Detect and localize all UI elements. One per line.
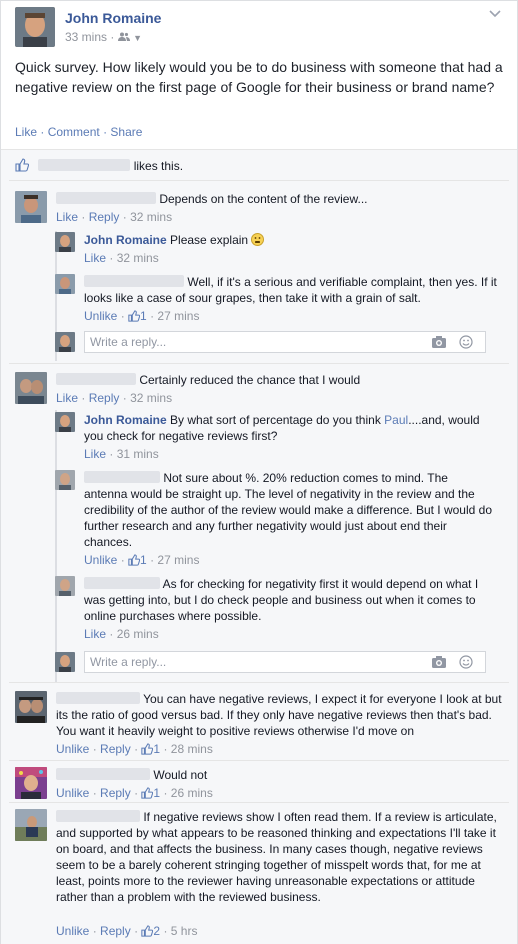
reply-avatar[interactable] — [55, 470, 75, 490]
reply-button[interactable]: Reply — [100, 924, 131, 938]
reply-input-box — [84, 331, 486, 353]
comments-section: likes this. Depends on the content of th… — [1, 149, 517, 944]
my-avatar — [55, 332, 75, 352]
like-button[interactable]: Like — [84, 447, 106, 461]
reply-time[interactable]: 27 mins — [157, 309, 199, 323]
reply-time[interactable]: 31 mins — [117, 447, 159, 461]
thumbs-up-icon — [15, 158, 30, 172]
commenter-avatar[interactable] — [15, 372, 47, 404]
commenter-avatar[interactable] — [15, 691, 47, 723]
unlike-button[interactable]: Unlike — [84, 309, 117, 323]
smile-emoji-icon — [251, 233, 265, 247]
audience-chevron-icon[interactable]: ▼ — [133, 33, 142, 43]
divider — [9, 802, 509, 803]
comment-text: Depends on the content of the review... — [159, 192, 368, 206]
liker-name[interactable] — [38, 159, 131, 171]
reply-author[interactable]: John Romaine — [84, 233, 167, 247]
reply-text: By what sort of percentage do you think — [170, 413, 385, 427]
camera-icon[interactable] — [431, 655, 447, 669]
commenter-avatar[interactable] — [15, 767, 47, 799]
comment-button[interactable]: Comment — [48, 125, 100, 139]
author-avatar[interactable] — [15, 7, 55, 47]
reply-button[interactable]: Reply — [100, 742, 131, 756]
like-button[interactable]: Like — [56, 391, 78, 405]
commenter-avatar[interactable] — [15, 191, 47, 223]
comment-time[interactable]: 32 mins — [130, 391, 172, 405]
share-button[interactable]: Share — [110, 125, 142, 139]
post-card: John Romaine 33 mins · ▼ Quick survey. H… — [0, 0, 518, 944]
friends-icon[interactable] — [117, 30, 130, 44]
comment-text: Would not — [153, 768, 208, 782]
reply-input[interactable] — [85, 332, 385, 352]
reply-text: Please explain — [170, 233, 249, 247]
reply-like-count[interactable]: 1 — [128, 553, 150, 567]
comment-text: Certainly reduced the chance that I woul… — [139, 373, 361, 387]
like-button[interactable]: Like — [84, 627, 106, 641]
thumbs-up-icon — [128, 554, 141, 566]
reply-avatar[interactable] — [55, 412, 75, 432]
reply-author[interactable] — [84, 577, 160, 589]
reply-input[interactable] — [85, 652, 385, 672]
comment-like-count[interactable]: 2 — [141, 924, 163, 938]
emoji-icon[interactable] — [459, 335, 475, 349]
divider — [9, 682, 509, 683]
reply-button[interactable]: Reply — [89, 391, 120, 405]
comment-like-count[interactable]: 1 — [141, 786, 163, 800]
reply-time[interactable]: 26 mins — [117, 627, 159, 641]
commenter-avatar[interactable] — [15, 809, 47, 841]
likes-text: likes this. — [133, 159, 184, 173]
comment-like-count[interactable]: 1 — [141, 742, 163, 756]
post-actions: Like · Comment · Share — [15, 125, 143, 139]
chevron-down-icon[interactable] — [489, 7, 501, 21]
unlike-button[interactable]: Unlike — [56, 786, 89, 800]
reply-avatar[interactable] — [55, 232, 75, 252]
reply-author[interactable] — [84, 275, 184, 287]
comment-time[interactable]: 26 mins — [171, 786, 213, 800]
reply-author[interactable] — [84, 471, 160, 483]
post-text: Quick survey. How likely would you be to… — [15, 59, 503, 95]
thumbs-up-icon — [141, 925, 154, 937]
reply-input-box — [84, 651, 486, 673]
comment-time[interactable]: 5 hrs — [171, 924, 198, 938]
unlike-button[interactable]: Unlike — [56, 924, 89, 938]
commenter-name[interactable] — [56, 692, 140, 704]
post-meta: 33 mins · ▼ — [65, 30, 142, 44]
post-time[interactable]: 33 mins — [65, 30, 107, 44]
like-button[interactable]: Like — [56, 210, 78, 224]
commenter-name[interactable] — [56, 192, 156, 204]
comment-text: If negative reviews show I often read th… — [56, 810, 497, 904]
unlike-button[interactable]: Unlike — [84, 553, 117, 567]
comment-time[interactable]: 28 mins — [171, 742, 213, 756]
reply-like-count[interactable]: 1 — [128, 309, 150, 323]
commenter-name[interactable] — [56, 810, 140, 822]
commenter-name[interactable] — [56, 373, 136, 385]
post-header: John Romaine 33 mins · ▼ — [15, 7, 505, 47]
thumbs-up-icon — [141, 787, 154, 799]
thumbs-up-icon — [141, 743, 154, 755]
reply-time[interactable]: 27 mins — [157, 553, 199, 567]
reply-thread-rail — [55, 410, 57, 682]
comment-time[interactable]: 32 mins — [130, 210, 172, 224]
mention-link[interactable]: Paul — [384, 413, 408, 427]
reply-time[interactable]: 32 mins — [117, 251, 159, 265]
my-avatar — [55, 652, 75, 672]
divider — [9, 180, 509, 181]
like-button[interactable]: Like — [15, 125, 37, 139]
post-author[interactable]: John Romaine — [65, 10, 161, 26]
reply-author[interactable]: John Romaine — [84, 413, 167, 427]
reply-button[interactable]: Reply — [100, 786, 131, 800]
camera-icon[interactable] — [431, 335, 447, 349]
divider — [9, 760, 509, 761]
reply-avatar[interactable] — [55, 576, 75, 596]
thumbs-up-icon — [128, 310, 141, 322]
unlike-button[interactable]: Unlike — [56, 742, 89, 756]
reply-avatar[interactable] — [55, 274, 75, 294]
reply-button[interactable]: Reply — [89, 210, 120, 224]
like-button[interactable]: Like — [84, 251, 106, 265]
likes-summary: likes this. — [15, 157, 503, 179]
emoji-icon[interactable] — [459, 655, 475, 669]
commenter-name[interactable] — [56, 768, 150, 780]
divider — [9, 363, 509, 364]
